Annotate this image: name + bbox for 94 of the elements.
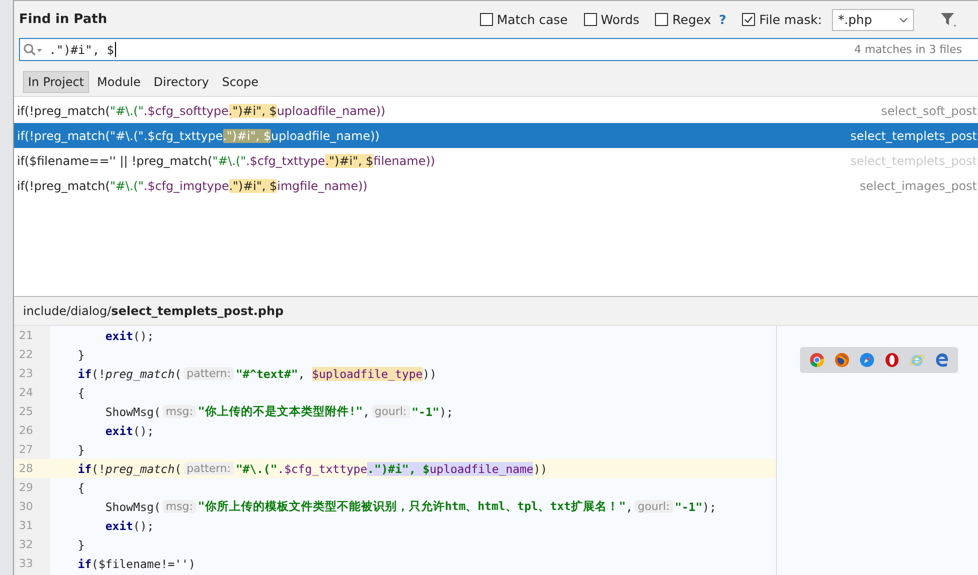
checkbox[interactable] bbox=[655, 13, 668, 26]
line-number: 24 bbox=[18, 385, 34, 401]
line-number: 31 bbox=[18, 518, 34, 534]
code-text: (! bbox=[92, 366, 106, 380]
checkbox-label[interactable]: File mask: bbox=[759, 12, 822, 27]
checkbox[interactable] bbox=[480, 13, 493, 26]
code-text: exit bbox=[104, 328, 134, 342]
code-text: )) bbox=[422, 366, 437, 380]
result-row[interactable]: if(!preg_match("#\.(".$cfg_txttype.")#i", $uploadfile_name)) select_templets_post bbox=[14, 123, 978, 148]
code-text: if(!preg_match("#\.(".$cfg_softtype.")#i", $uploadfile_name)) bbox=[17, 104, 386, 118]
globe-icon[interactable] bbox=[834, 352, 850, 368]
parameter-hint: msg: bbox=[162, 405, 196, 418]
search-field[interactable]: .")#i", $ 4 matches in 3 files bbox=[19, 38, 978, 61]
compass-icon[interactable] bbox=[858, 352, 874, 368]
code-text: )) bbox=[533, 462, 548, 476]
search-icon bbox=[23, 42, 43, 56]
code-text: , bbox=[298, 366, 306, 380]
code-text: ($filename!='') bbox=[92, 556, 196, 570]
code-text: ( bbox=[174, 462, 182, 476]
code-text: (); bbox=[133, 424, 154, 438]
code-text: .$cfg_txttype bbox=[277, 462, 368, 476]
line-number: 26 bbox=[18, 423, 34, 439]
filter-icon[interactable] bbox=[940, 12, 958, 28]
scope-tab[interactable]: Directory bbox=[148, 71, 214, 93]
dialog-title: Find in Path bbox=[19, 12, 108, 27]
checkbox[interactable] bbox=[584, 13, 597, 26]
checkbox[interactable] bbox=[742, 13, 756, 26]
code-text: "你上传的不是文本类型附件!" bbox=[198, 404, 363, 419]
code-text: exit bbox=[104, 424, 134, 438]
parameter-hint: msg: bbox=[162, 500, 196, 513]
line-number: 29 bbox=[18, 480, 34, 496]
code-text: ShowMsg( bbox=[104, 404, 161, 418]
parameter-hint: pattern: bbox=[184, 367, 234, 380]
code-text: $uploadfile_type bbox=[312, 366, 423, 380]
match-count: 4 matches in 3 files bbox=[854, 43, 962, 56]
code-text: { bbox=[76, 480, 85, 494]
parameter-hint: pattern: bbox=[184, 462, 234, 475]
e-letter-shape-icon[interactable] bbox=[934, 352, 950, 368]
checkbox-label[interactable]: Words bbox=[600, 12, 640, 27]
file-mask-dropdown[interactable]: *.php bbox=[832, 8, 914, 30]
code-text: uploadfile_name bbox=[430, 462, 534, 476]
chrome-icon[interactable] bbox=[808, 352, 824, 368]
code-text: } bbox=[76, 538, 85, 552]
code-text: "#\.(" bbox=[236, 462, 278, 476]
code-text: "-1" bbox=[412, 404, 440, 418]
code-text: "-1" bbox=[674, 500, 702, 514]
line-number: 23 bbox=[18, 366, 34, 382]
code-text: ( bbox=[174, 366, 182, 380]
scope-tab[interactable]: Scope bbox=[216, 71, 264, 93]
checkbox-label[interactable]: Match case bbox=[496, 12, 568, 27]
code-text: , bbox=[362, 404, 370, 418]
line-number: 30 bbox=[18, 499, 34, 515]
code-text: (); bbox=[133, 518, 154, 532]
file-name: select_templets_post bbox=[850, 128, 977, 142]
code-text: } bbox=[76, 348, 85, 362]
code-text: ShowMsg( bbox=[104, 500, 161, 514]
code-text: (! bbox=[92, 462, 106, 476]
result-row[interactable]: if(!preg_match("#\.(".$cfg_softtype.")#i", $uploadfile_name)) select_soft_post bbox=[14, 98, 978, 123]
help-link[interactable]: ? bbox=[719, 12, 726, 27]
line-number: 32 bbox=[18, 537, 34, 553]
line-number: 27 bbox=[18, 442, 34, 458]
file-name: select_soft_post bbox=[881, 104, 977, 118]
code-text: if bbox=[76, 556, 92, 570]
code-text: preg_match bbox=[105, 462, 175, 476]
code-text: if(!preg_match("#\.(".$cfg_txttype.")#i", $uploadfile_name)) bbox=[17, 128, 380, 142]
checkbox-label[interactable]: Regex bbox=[672, 12, 712, 27]
code-text: if(!preg_match("#\.(".$cfg_imgtype.")#i", $imgfile_name)) bbox=[17, 178, 368, 192]
scope-tab[interactable]: Module bbox=[92, 71, 146, 93]
line-number: 25 bbox=[18, 404, 34, 420]
line-number: 21 bbox=[18, 328, 34, 344]
line-number: 28 bbox=[14, 459, 50, 478]
result-row[interactable]: if(!preg_match("#\.(".$cfg_imgtype.")#i", $imgfile_name)) select_images_post bbox=[14, 173, 978, 198]
code-text: ); bbox=[702, 500, 716, 514]
code-text: } bbox=[76, 442, 85, 456]
code-text: , bbox=[626, 500, 633, 514]
scope-tab[interactable]: In Project bbox=[23, 71, 90, 93]
code-text: "你所上传的模板文件类型不能被识别，只允许htm、html、tpl、txt扩展名！" bbox=[198, 499, 626, 514]
line-number: 22 bbox=[18, 347, 34, 363]
code-text: ); bbox=[439, 404, 454, 418]
code-text: (); bbox=[133, 328, 154, 342]
code-text: exit bbox=[104, 518, 134, 532]
code-text: { bbox=[76, 386, 85, 400]
chevron-icon bbox=[899, 16, 908, 22]
file-name: select_images_post bbox=[860, 178, 977, 192]
code-text: if($filename=='' || !preg_match("#\.(".$cfg_txttype.")#i", $filename)) bbox=[17, 154, 436, 168]
parameter-hint: gourl: bbox=[634, 500, 673, 513]
line-number: 33 bbox=[18, 556, 34, 572]
parameter-hint: gourl: bbox=[372, 405, 410, 418]
code-text: "#^text#" bbox=[236, 366, 298, 380]
code-text: preg_match bbox=[105, 366, 175, 380]
code-text: if bbox=[76, 462, 92, 476]
o-letter-shape-icon[interactable] bbox=[884, 352, 900, 368]
code-text: if bbox=[76, 366, 92, 380]
code-text: .")#i", $ bbox=[367, 462, 430, 476]
